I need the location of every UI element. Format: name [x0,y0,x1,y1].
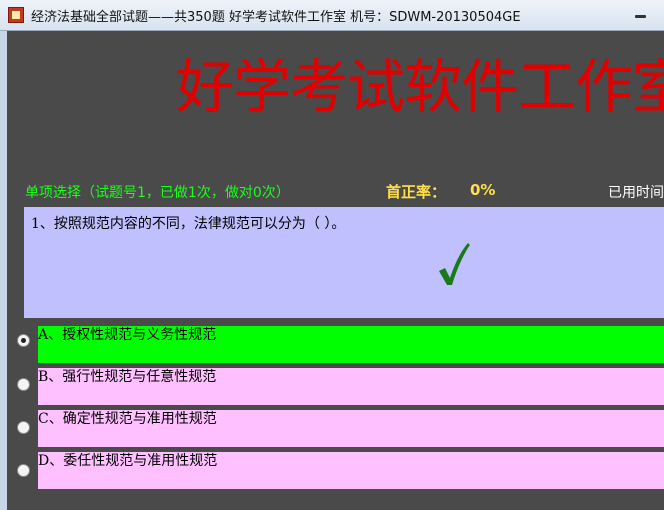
window-frame [0,31,7,510]
option-b[interactable]: B、强行性规范与任意性规范 [38,368,664,405]
checkmark-icon [439,243,470,285]
title-bar[interactable]: 经济法基础全部试题——共350题 好学考试软件工作室 机号：SDWM-20130… [0,0,664,31]
window-title: 经济法基础全部试题——共350题 好学考试软件工作室 机号：SDWM-20130… [31,10,521,25]
option-a-label: A、授权性规范与义务性规范 [38,327,217,343]
option-b-radio[interactable] [17,378,30,391]
option-a[interactable]: A、授权性规范与义务性规范 [38,326,664,363]
option-d[interactable]: D、委任性规范与准用性规范 [38,452,664,489]
accuracy-label: 首正率： [386,183,447,201]
question-text: 1、按照规范内容的不同，法律规范可以分为（ ）。 [31,216,346,232]
question-panel: 1、按照规范内容的不同，法律规范可以分为（ ）。 [24,207,664,318]
option-d-label: D、委任性规范与准用性规范 [38,453,218,469]
option-c-label: C、确定性规范与准用性规范 [38,411,217,427]
banner-title: 好学考试软件工作室 [176,53,664,121]
question-type-status: 单项选择（试题号1，已做1次，做对0次） [25,185,290,201]
option-d-radio[interactable] [17,464,30,477]
app-icon[interactable] [8,7,24,23]
option-b-label: B、强行性规范与任意性规范 [38,369,217,385]
accuracy-value: 0% [470,181,496,199]
minimize-button[interactable] [626,3,656,23]
option-c[interactable]: C、确定性规范与准用性规范 [38,410,664,447]
option-a-radio[interactable] [17,334,30,347]
elapsed-time-label: 已用时间 [608,185,664,201]
option-c-radio[interactable] [17,421,30,434]
